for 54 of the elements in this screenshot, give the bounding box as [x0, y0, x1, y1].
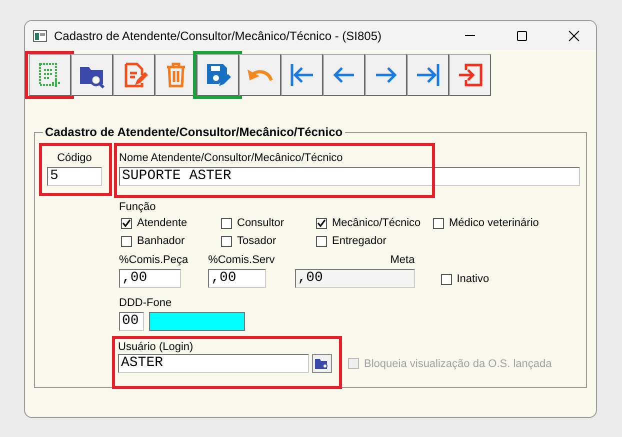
- checkbox-label: Banhador: [137, 235, 185, 247]
- name-field[interactable]: SUPORTE ASTER: [119, 167, 580, 186]
- exit-icon: [456, 61, 484, 89]
- number-field[interactable]: ,00: [119, 269, 181, 288]
- toolbar-button[interactable]: [281, 54, 323, 96]
- checkbox[interactable]: [316, 236, 327, 246]
- checkbox-label: Bloqueia visualização da O.S. lançada: [364, 358, 552, 370]
- checkbox[interactable]: [316, 218, 327, 228]
- field-label: %Comis.Serv: [208, 254, 275, 267]
- toolbar-button[interactable]: [239, 54, 281, 96]
- group-title: Cadastro de Atendente/Consultor/Mecânico/Técnico: [43, 125, 345, 139]
- folder-search-icon: [315, 358, 329, 370]
- field-label: Meta: [390, 254, 415, 267]
- close-icon[interactable]: [568, 30, 580, 42]
- toolbar-button[interactable]: [113, 54, 155, 96]
- undo-arrow-icon: [247, 68, 273, 82]
- checkbox-label: Tosador: [237, 235, 276, 247]
- checkbox-label: Médico veterinário: [449, 217, 539, 229]
- field-label: Função: [119, 201, 156, 213]
- checkbox-label: Mecânico/Técnico: [332, 217, 421, 229]
- lookup-button[interactable]: [312, 354, 332, 373]
- toolbar-button[interactable]: [407, 54, 449, 96]
- maximize-icon[interactable]: [516, 30, 528, 42]
- field-label: Usuário (Login): [118, 341, 194, 353]
- checkbox[interactable]: [440, 274, 452, 284]
- field-label: DDD-Fone: [119, 297, 172, 309]
- app-icon: [33, 30, 47, 42]
- checkbox[interactable]: [221, 236, 232, 246]
- checkbox-label: Atendente: [137, 217, 188, 229]
- checkbox[interactable]: [121, 236, 132, 246]
- first-record-icon: [288, 61, 316, 89]
- number-field[interactable]: ,00: [208, 269, 266, 288]
- minimize-icon[interactable]: [464, 35, 476, 36]
- checkbox-label: Inativo: [456, 273, 490, 285]
- code-field[interactable]: 5: [47, 167, 102, 186]
- field-label: Código: [57, 152, 92, 165]
- checkbox[interactable]: [433, 218, 444, 228]
- field-label: Nome Atendente/Consultor/Mecânico/Técnico: [119, 152, 344, 165]
- checkbox[interactable]: [221, 218, 232, 228]
- save-icon: [204, 61, 232, 89]
- toolbar-button[interactable]: [155, 54, 197, 96]
- checkbox-label: Consultor: [237, 217, 284, 229]
- checkbox-label: Entregador: [332, 235, 386, 247]
- login-field[interactable]: ASTER: [118, 354, 309, 373]
- phone-field[interactable]: [149, 312, 245, 331]
- area-code-field[interactable]: 00: [119, 312, 144, 331]
- last-record-icon: [414, 61, 442, 89]
- toolbar-button[interactable]: [71, 54, 113, 96]
- field-label: %Comis.Peça: [119, 254, 188, 267]
- toolbar-button[interactable]: [365, 54, 407, 96]
- toolbar-button[interactable]: [323, 54, 365, 96]
- window-title: Cadastro de Atendente/Consultor/Mecânico/Técnico - (SI805): [54, 28, 383, 42]
- toolbar-button[interactable]: [449, 54, 491, 96]
- checkbox[interactable]: [121, 218, 132, 228]
